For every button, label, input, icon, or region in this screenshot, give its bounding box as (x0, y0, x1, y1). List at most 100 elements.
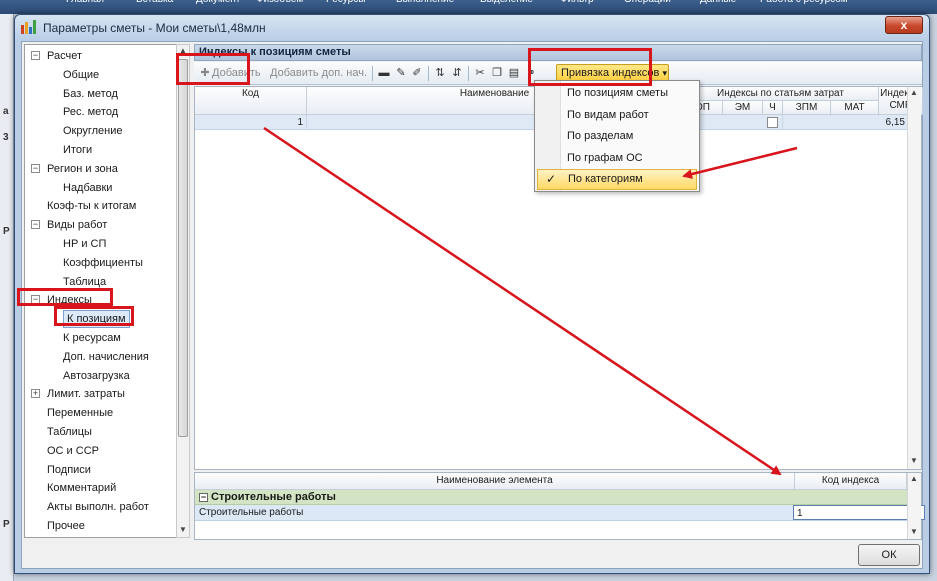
tree-item-label: Расчет (47, 50, 82, 62)
tree-item[interactable]: Надбавки (25, 179, 175, 197)
column-header-mat[interactable]: МАТ (831, 101, 879, 115)
index-code-input[interactable]: 1 (793, 505, 925, 520)
delete-icon[interactable]: ▬ (377, 66, 391, 80)
background-ribbon-tab: Операции (624, 0, 671, 5)
tree-item[interactable]: Подписи (25, 461, 175, 479)
tree-item[interactable]: Переменные (25, 404, 175, 422)
tree-item[interactable]: − Расчет (25, 47, 175, 65)
collapse-icon[interactable]: − (31, 51, 40, 60)
sort-ascending-icon[interactable]: ⇅ (433, 66, 447, 80)
edit-icon[interactable]: ✎ (394, 66, 408, 80)
tree-item[interactable]: Акты выполн. работ (25, 498, 175, 516)
menu-item[interactable]: По графам ОС (537, 148, 697, 169)
copy-icon[interactable]: ❐ (490, 66, 504, 80)
tree-item[interactable]: Таблица (25, 273, 175, 291)
column-header-ch[interactable]: Ч (763, 101, 783, 115)
column-header-element-name[interactable]: Наименование элемента (195, 473, 795, 490)
tree-item-label: Доп. начисления (63, 350, 149, 363)
expand-icon[interactable]: + (31, 389, 40, 399)
background-ribbon-tab: Вставка (136, 0, 173, 5)
tree-item[interactable]: Баз. метод (25, 85, 175, 103)
grid-scrollbar[interactable]: ▲ ▼ (907, 87, 921, 469)
grid-scrollbar[interactable]: ▲ ▼ (907, 473, 921, 539)
tree-item[interactable]: Прочее (25, 517, 175, 535)
column-header-code[interactable]: Код (195, 87, 307, 115)
group-row[interactable]: − Строительные работы (195, 490, 907, 505)
toolbar-separator (428, 66, 429, 81)
index-binding-menu: По позициям сметы По видам работ По раздел… (534, 80, 700, 192)
tree-scrollbar[interactable]: ▲ ▼ (176, 44, 190, 538)
tree-item[interactable]: К позициям (25, 310, 175, 329)
scroll-up-icon[interactable]: ▲ (910, 474, 918, 483)
tree-item[interactable]: Общие (25, 66, 175, 84)
cell-element-name[interactable]: Строительные работы (199, 505, 303, 520)
menu-item[interactable]: По видам работ (537, 105, 697, 126)
menu-item-label: По категориям (568, 173, 643, 185)
menu-item[interactable]: По разделам (537, 126, 697, 147)
cut-icon[interactable]: ✂ (473, 66, 487, 80)
background-ribbon-tab: Документ (196, 0, 240, 5)
close-button[interactable]: x (885, 16, 923, 34)
tree-item[interactable]: Округление (25, 122, 175, 140)
sort-alpha-icon[interactable]: ⇵ (450, 66, 464, 80)
tree-item[interactable]: Таблицы (25, 423, 175, 441)
group-label: Строительные работы (211, 491, 336, 503)
cell-code[interactable]: 1 (195, 115, 307, 130)
tree-item-label: Баз. метод (63, 87, 118, 100)
scrollbar-thumb[interactable] (178, 59, 188, 437)
app-icon (21, 20, 36, 34)
add-button[interactable]: Добавить (212, 66, 261, 81)
cell-ch[interactable] (763, 115, 783, 130)
menu-item-label: По позициям сметы (567, 87, 668, 99)
scroll-down-icon[interactable]: ▼ (179, 525, 187, 534)
tree-item[interactable]: − Виды работ (25, 216, 175, 234)
scroll-up-icon[interactable]: ▲ (179, 46, 187, 55)
clear-icon[interactable]: ✐ (410, 66, 424, 80)
tree-item[interactable]: К ресурсам (25, 329, 175, 347)
tree-item[interactable]: Доп. начисления (25, 348, 175, 366)
scroll-down-icon[interactable]: ▼ (910, 527, 918, 536)
ok-button[interactable]: ОК (858, 544, 920, 566)
tree-item[interactable]: Коэффициенты (25, 254, 175, 272)
chevron-down-icon: ▾ (662, 68, 667, 78)
tree-item[interactable]: НР и СП (25, 235, 175, 253)
column-header-em[interactable]: ЭМ (723, 101, 763, 115)
menu-item[interactable]: По позициям сметы (537, 83, 697, 104)
tree-item[interactable]: ОС и ССР (25, 442, 175, 460)
tree-item-label: Коэффициенты (63, 256, 143, 269)
collapse-icon[interactable]: − (31, 295, 40, 305)
tree-item-label: Переменные (47, 407, 114, 420)
tree-item[interactable]: Итоги (25, 141, 175, 159)
tree-item[interactable]: + Лимит. затраты (25, 385, 175, 403)
table-row[interactable]: Строительные работы 1 (195, 505, 925, 521)
add-extra-charge-button[interactable]: Добавить доп. нач. (270, 66, 367, 81)
background-left-strip: а 3 Р Р (0, 14, 14, 581)
collapse-icon[interactable]: − (31, 220, 40, 230)
tree-item[interactable]: − Регион и зона (25, 160, 175, 178)
index-binding-label: Привязка индексов (561, 67, 660, 79)
estimate-parameters-dialog: Параметры сметы - Мои сметы\1,48млн x − Р… (14, 14, 930, 574)
scroll-down-icon[interactable]: ▼ (910, 456, 918, 465)
tree-item[interactable]: Рес. метод (25, 103, 175, 121)
tree-item[interactable]: Автозагрузка (25, 367, 175, 385)
tree-item[interactable]: Комментарий (25, 479, 175, 497)
tree-item[interactable]: − Индексы (25, 291, 175, 309)
toolbar-separator (468, 66, 469, 81)
collapse-icon[interactable]: − (199, 493, 208, 502)
checkbox[interactable] (767, 117, 778, 128)
tree-item-label: Общие (63, 68, 100, 81)
menu-item[interactable]: ✓ По категориям (537, 169, 697, 190)
scroll-up-icon[interactable]: ▲ (910, 88, 918, 97)
tree-item-label: Прочее (47, 520, 85, 532)
column-header-cost-indices: Индексы по статьям затрат (683, 87, 879, 101)
tree-item[interactable]: Коэф-ты к итогам (25, 197, 175, 215)
cell-smr[interactable]: 6,15 (879, 115, 907, 130)
column-header-zpm[interactable]: ЗПМ (783, 101, 831, 115)
paste-icon[interactable]: ▤ (507, 66, 521, 80)
close-icon: x (900, 18, 908, 32)
column-header-index-code[interactable]: Код индекса (795, 473, 907, 490)
link-icon[interactable]: ⚭ (524, 66, 538, 80)
tree-item-label: Рес. метод (63, 106, 119, 119)
background-ribbon-tab: Физобъем (256, 0, 303, 5)
collapse-icon[interactable]: − (31, 163, 40, 173)
